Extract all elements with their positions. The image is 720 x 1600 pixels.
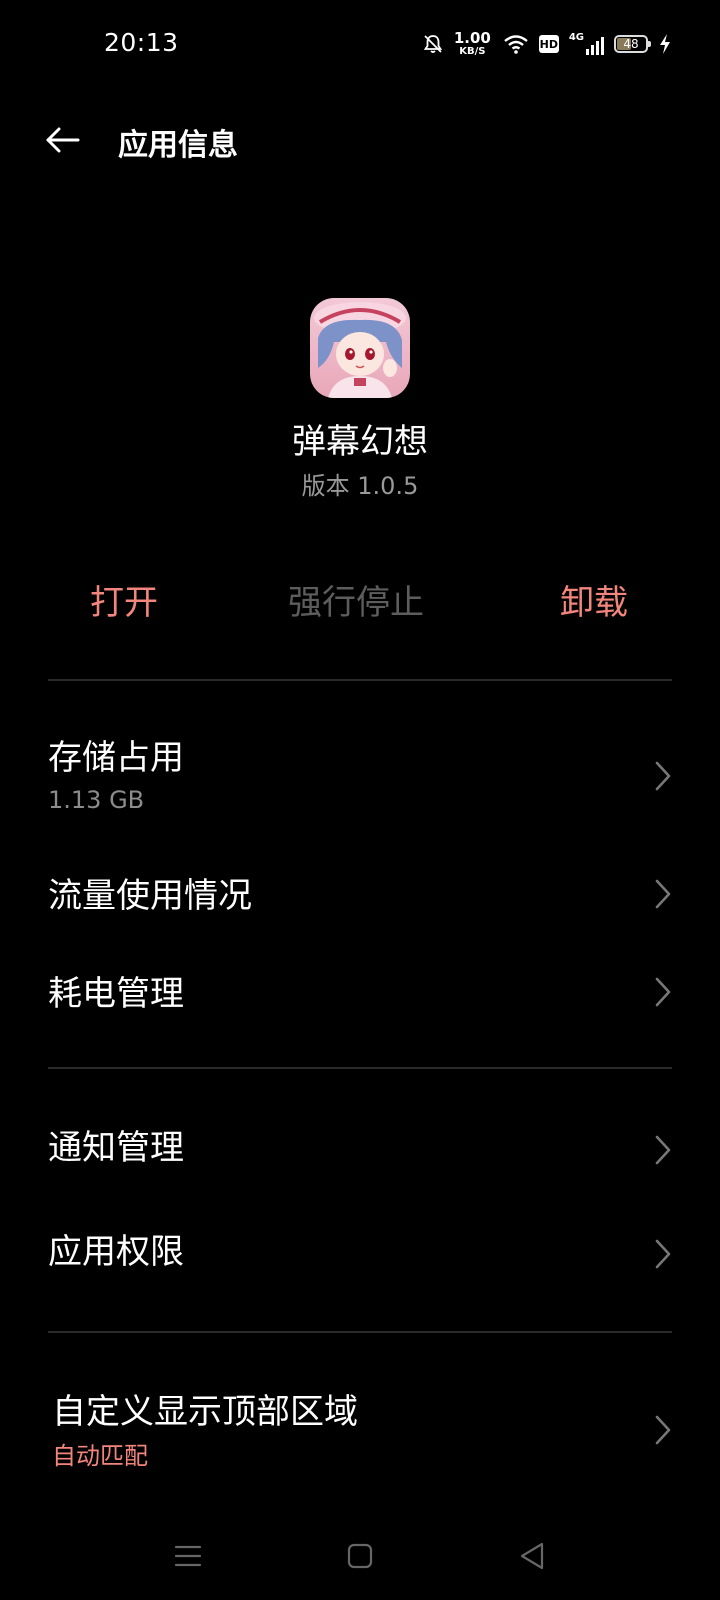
signal-bar [586, 49, 589, 55]
chevron-right-icon [655, 1135, 671, 1165]
back-triangle-icon[interactable] [512, 1536, 552, 1576]
storage-value: 1.13 GB [48, 786, 145, 814]
app-bar: 应用信息 [0, 104, 720, 174]
battery-level: 48 [623, 37, 639, 51]
custom-top-area-row[interactable]: 自定义显示顶部区域 自动匹配 [0, 1376, 720, 1486]
charging-icon [660, 34, 670, 54]
chevron-right-icon [655, 977, 671, 1007]
app-version: 版本 1.0.5 [301, 472, 419, 500]
divider [48, 1067, 672, 1069]
app-icon [310, 298, 410, 398]
notification-management-label: 通知管理 [48, 1128, 184, 1168]
notification-management-row[interactable]: 通知管理 [0, 1108, 720, 1188]
chevron-right-icon [655, 761, 671, 791]
app-permissions-row[interactable]: 应用权限 [0, 1212, 720, 1292]
chevron-right-icon [655, 1239, 671, 1269]
hd-icon: HD [538, 35, 559, 53]
net-speed-value: 1.00 [453, 29, 491, 47]
net-speed-unit: KB/S [459, 46, 486, 57]
signal-bar [596, 41, 599, 55]
battery-management-label: 耗电管理 [48, 974, 184, 1014]
signal-bar [601, 37, 604, 55]
custom-top-area-label: 自定义显示顶部区域 [52, 1392, 358, 1432]
force-stop-button[interactable]: 强行停止 [288, 578, 424, 628]
net-speed: 1.00 KB/S [454, 31, 491, 57]
divider [48, 679, 672, 681]
open-button[interactable]: 打开 [90, 578, 158, 628]
mute-bell-icon [423, 35, 442, 53]
custom-top-area-value: 自动匹配 [52, 1442, 148, 1470]
storage-row[interactable]: 存储占用 1.13 GB [0, 720, 720, 830]
status-icons: 1.00 KB/S HD 4G 48 [422, 28, 672, 60]
divider [48, 1331, 672, 1333]
page-title: 应用信息 [118, 128, 238, 163]
chevron-right-icon [655, 1415, 671, 1445]
signal-4g-icon: 4G [569, 33, 604, 55]
app-actions: 打开 强行停止 卸载 [0, 578, 720, 628]
data-usage-row[interactable]: 流量使用情况 [0, 856, 720, 936]
navigation-bar [0, 1510, 720, 1600]
wifi-icon [504, 35, 528, 54]
battery-management-row[interactable]: 耗电管理 [0, 956, 720, 1036]
home-icon[interactable] [340, 1536, 380, 1576]
app-permissions-label: 应用权限 [48, 1232, 184, 1272]
back-arrow-icon [46, 127, 80, 153]
storage-label: 存储占用 [48, 738, 184, 778]
chevron-right-icon [655, 879, 671, 909]
data-usage-label: 流量使用情况 [48, 876, 252, 916]
signal-bar [591, 45, 594, 55]
back-button[interactable] [40, 118, 84, 162]
menu-icon[interactable] [168, 1536, 208, 1576]
status-bar: 20:13 1.00 KB/S HD 4G 48 [0, 0, 720, 90]
network-type-label: 4G [568, 32, 584, 43]
battery-icon: 48 [614, 35, 651, 53]
app-name: 弹幕幻想 [292, 422, 428, 462]
uninstall-button[interactable]: 卸载 [560, 578, 628, 628]
status-time: 20:13 [104, 28, 179, 57]
